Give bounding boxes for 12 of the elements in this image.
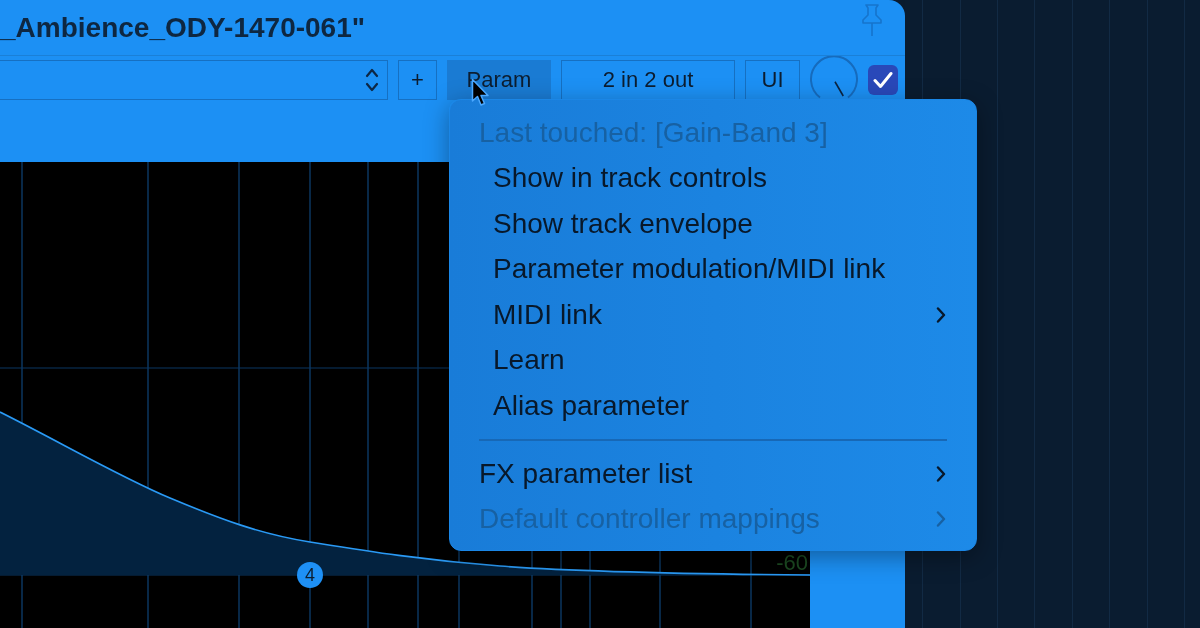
dial-knob[interactable] — [810, 56, 858, 99]
window-title: _Ambience_ODY-1470-061" — [0, 13, 366, 42]
chevron-up-down-icon — [365, 67, 379, 93]
preset-select[interactable] — [0, 60, 388, 100]
menu-item[interactable]: FX parameter list — [450, 451, 976, 497]
pin-icon[interactable] — [859, 3, 885, 37]
toolbar-button[interactable]: + — [398, 60, 437, 100]
band-handle[interactable]: 4 — [297, 562, 323, 588]
scale-label: -60 — [776, 552, 808, 574]
toolbar-button[interactable]: Param — [447, 60, 551, 100]
checkbox[interactable] — [868, 65, 898, 95]
checkmark-icon — [873, 71, 893, 89]
